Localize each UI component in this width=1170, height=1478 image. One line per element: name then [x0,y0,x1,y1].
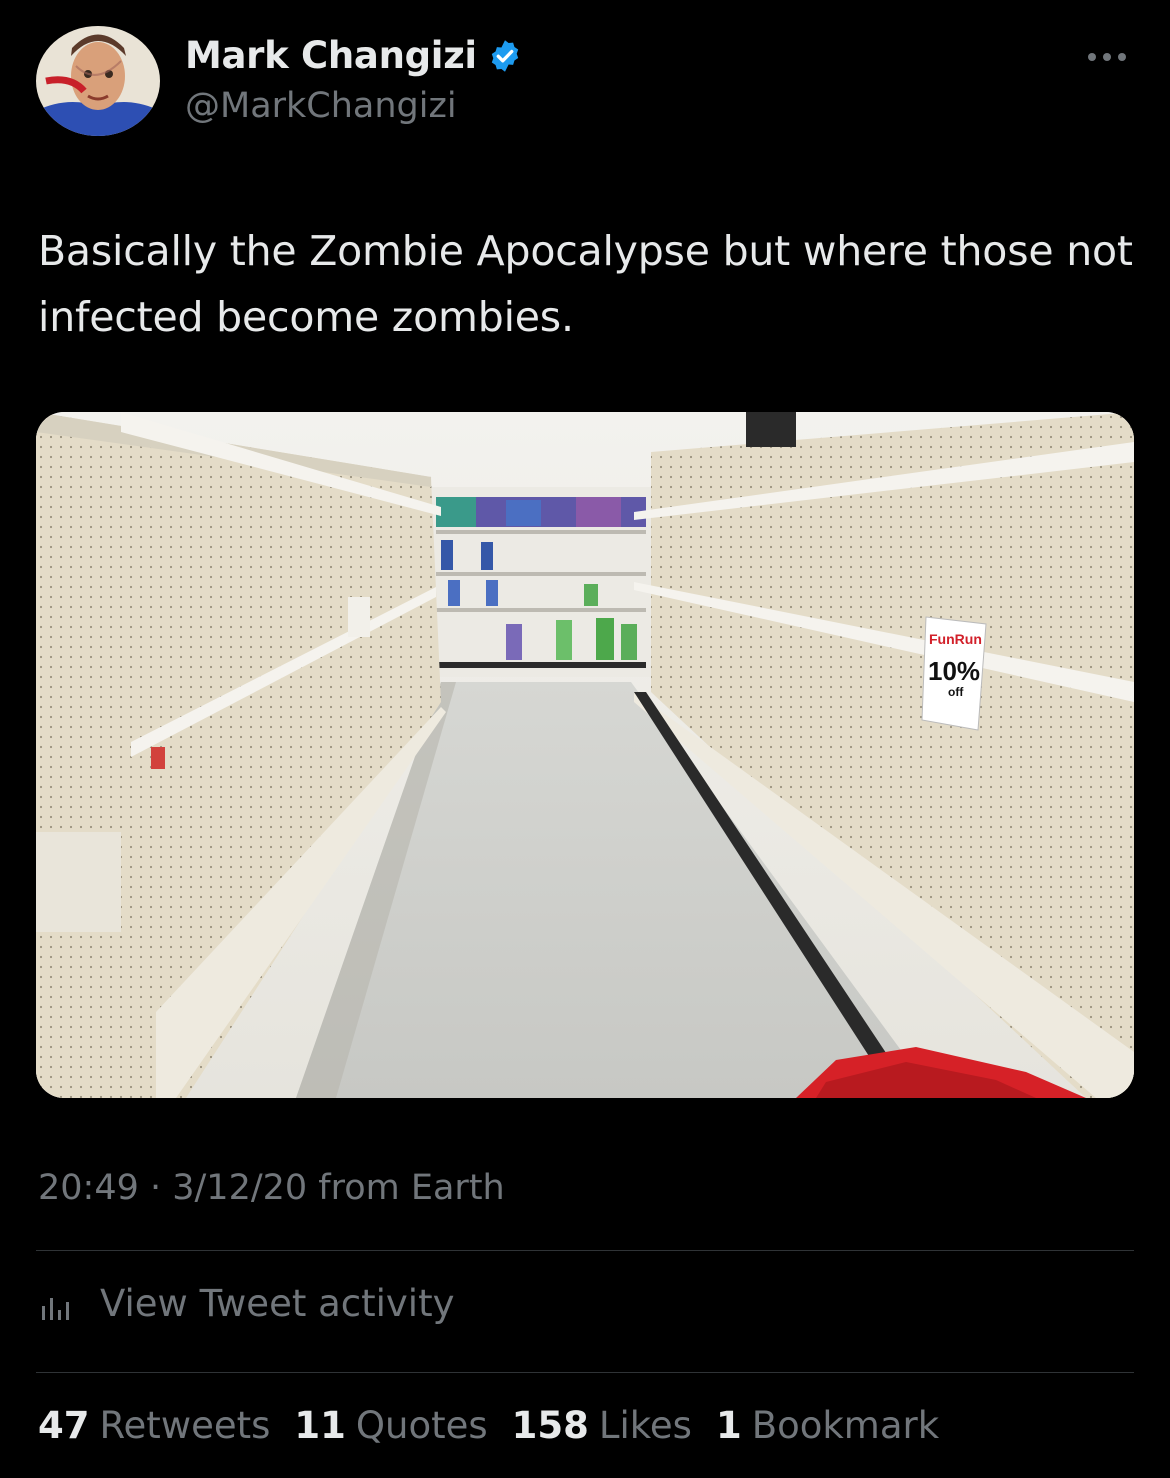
retweets-stat[interactable]: 47 Retweets [38,1404,270,1447]
empty-shelves-image: FunRun 10% off [36,412,1134,1098]
bar-chart-icon [42,1297,69,1320]
tweet-timestamp[interactable]: 20:49 · 3/12/20 from Earth [38,1168,505,1208]
quotes-stat[interactable]: 11 Quotes [294,1404,487,1447]
view-tweet-activity-link[interactable]: View Tweet activity [38,1282,454,1325]
bookmarks-stat[interactable]: 1 Bookmark [716,1404,939,1447]
author-name-text[interactable]: Mark Changizi [185,34,477,77]
more-options-icon[interactable] [1084,42,1130,72]
retweets-count: 47 [38,1404,90,1447]
view-tweet-activity-label[interactable]: View Tweet activity [100,1282,454,1325]
divider-bottom [36,1372,1134,1373]
funrun-sign-off: off [948,685,964,699]
bookmarks-label: Bookmark [751,1404,940,1447]
divider-top [36,1250,1134,1251]
quotes-label: Quotes [355,1404,488,1447]
funrun-sign-discount: 10% [928,656,980,686]
bookmarks-count: 1 [715,1404,742,1447]
avatar-portrait [36,26,160,136]
tweet-text: Basically the Zombie Apocalypse but wher… [38,227,1133,341]
likes-label: Likes [598,1404,692,1447]
verified-badge-icon [491,39,519,72]
retweets-label: Retweets [99,1404,271,1447]
funrun-sign: FunRun 10% off [921,616,987,731]
likes-stat[interactable]: 158 Likes [512,1404,692,1447]
funrun-sign-brand: FunRun [929,631,982,647]
avatar[interactable] [36,26,160,136]
engagement-stats: 47 Retweets 11 Quotes 158 Likes 1 Bookma… [38,1404,963,1447]
author-name[interactable]: Mark Changizi [185,34,523,77]
quotes-count: 11 [294,1404,346,1447]
tweet-photo[interactable]: FunRun 10% off [36,412,1134,1098]
likes-count: 158 [511,1404,589,1447]
author-handle[interactable]: @MarkChangizi [185,86,457,126]
